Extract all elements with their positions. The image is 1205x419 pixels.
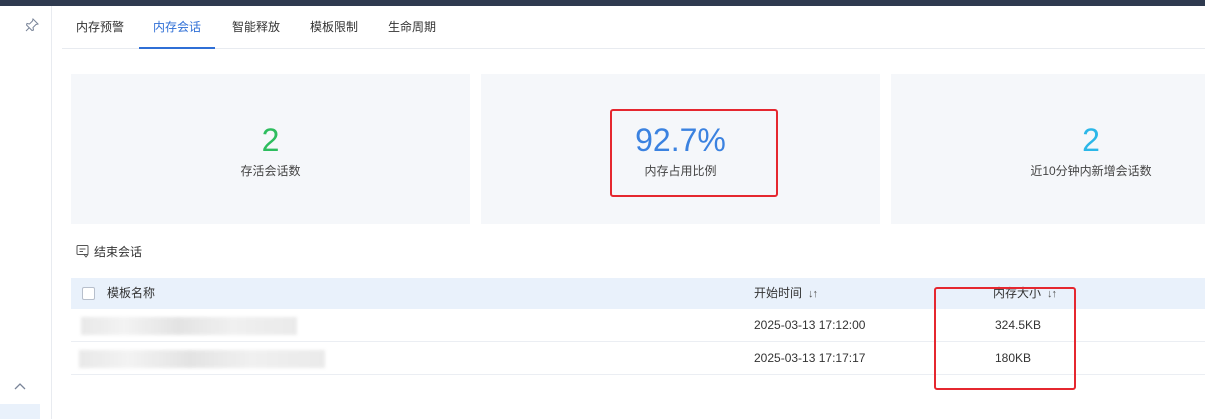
select-all-checkbox[interactable] xyxy=(82,287,95,300)
stat-label: 近10分钟内新增会话数 xyxy=(1030,164,1152,178)
stat-value: 2 xyxy=(1082,122,1100,158)
table-header: 模板名称 开始时间 ↓↑ 内存大小 ↓↑ xyxy=(71,278,1205,309)
end-session-button[interactable]: 结束会话 xyxy=(76,242,142,260)
table-row[interactable]: 2025-03-13 17:17:17 180KB xyxy=(71,342,1205,375)
stat-label: 内存占用比例 xyxy=(644,164,717,178)
tab-bar: 内存预警 内存会话 智能释放 模板限制 生命周期 xyxy=(62,6,1205,49)
header-memory-size[interactable]: 内存大小 ↓↑ xyxy=(993,278,1057,310)
tab-smart-release[interactable]: 智能释放 xyxy=(218,6,294,49)
tab-memory-session[interactable]: 内存会话 xyxy=(139,6,216,49)
rail-active-strip xyxy=(0,404,40,419)
cell-memory-size: 324.5KB xyxy=(995,318,1042,332)
stat-card-new-sessions: 2 近10分钟内新增会话数 xyxy=(891,74,1205,224)
left-rail xyxy=(0,6,52,419)
end-session-label: 结束会话 xyxy=(94,244,143,259)
stat-value: 92.7% xyxy=(635,122,726,158)
tab-template-limit[interactable]: 模板限制 xyxy=(296,6,372,49)
stat-label: 存活会话数 xyxy=(240,164,301,178)
cell-start-time: 2025-03-13 17:12:00 xyxy=(754,318,866,332)
stat-card-memory-ratio: 92.7% 内存占用比例 xyxy=(481,74,880,224)
table-row[interactable]: 2025-03-13 17:12:00 324.5KB xyxy=(71,309,1205,342)
chevron-up-icon[interactable] xyxy=(13,380,29,396)
session-table: 模板名称 开始时间 ↓↑ 内存大小 ↓↑ 2025-03-13 17:12:00 3… xyxy=(71,278,1205,375)
header-start-time[interactable]: 开始时间 ↓↑ xyxy=(754,278,818,310)
pin-icon[interactable] xyxy=(24,18,40,34)
tab-lifecycle[interactable]: 生命周期 xyxy=(374,6,450,49)
sort-icon[interactable]: ↓↑ xyxy=(808,279,818,310)
cell-memory-size: 180KB xyxy=(995,351,1032,365)
tab-memory-alert[interactable]: 内存预警 xyxy=(62,6,138,49)
redacted-template-name xyxy=(79,350,325,368)
sort-icon[interactable]: ↓↑ xyxy=(1047,279,1057,310)
cell-start-time: 2025-03-13 17:17:17 xyxy=(754,351,866,365)
stat-card-alive-sessions: 2 存活会话数 xyxy=(71,74,470,224)
header-memory-size-label: 内存大小 xyxy=(993,286,1042,300)
stat-value: 2 xyxy=(261,122,280,158)
header-template-name: 模板名称 xyxy=(107,286,156,300)
end-session-icon xyxy=(76,244,90,258)
redacted-template-name xyxy=(81,317,297,335)
header-start-time-label: 开始时间 xyxy=(754,286,803,300)
